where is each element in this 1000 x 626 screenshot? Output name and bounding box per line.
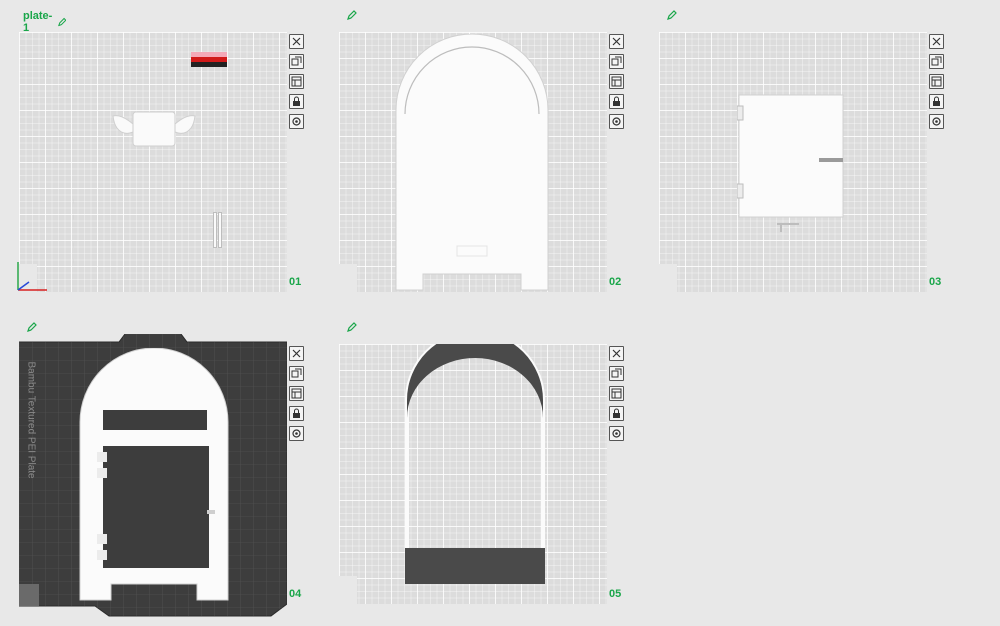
settings-icon[interactable] <box>609 426 624 441</box>
arrange-icon[interactable] <box>609 366 624 381</box>
arrange-icon[interactable] <box>289 366 304 381</box>
arrange-icon[interactable] <box>929 54 944 69</box>
close-icon[interactable] <box>929 34 944 49</box>
orient-icon[interactable] <box>289 386 304 401</box>
model-pins[interactable] <box>213 212 222 248</box>
plate-corner <box>339 264 357 292</box>
settings-icon[interactable] <box>609 114 624 129</box>
plate-toolbar <box>289 346 304 441</box>
orient-icon[interactable] <box>289 74 304 89</box>
svg-text:X: X <box>73 222 80 242</box>
orient-icon[interactable] <box>609 386 624 401</box>
build-plate[interactable]: A X A X <box>19 32 287 292</box>
edit-icon[interactable] <box>347 10 357 20</box>
lock-icon[interactable] <box>609 94 624 109</box>
close-icon[interactable] <box>609 34 624 49</box>
plate-name[interactable] <box>23 322 37 332</box>
model-arch-frame[interactable] <box>403 344 547 586</box>
plate-name[interactable]: plate-1 <box>23 10 67 34</box>
close-icon[interactable] <box>289 34 304 49</box>
plate-index: 05 <box>609 588 622 600</box>
lock-icon[interactable] <box>289 94 304 109</box>
build-plate[interactable] <box>339 32 607 292</box>
plate-toolbar <box>929 34 944 129</box>
plate-corner <box>659 264 677 292</box>
axis-gizmo <box>17 262 47 291</box>
plate-index: 03 <box>929 276 942 288</box>
plate-index: 04 <box>289 588 302 600</box>
svg-text:A: A <box>73 198 80 220</box>
plate-name[interactable] <box>343 322 357 332</box>
lock-icon[interactable] <box>929 94 944 109</box>
edit-icon[interactable] <box>667 10 677 20</box>
lock-icon[interactable] <box>609 406 624 421</box>
settings-icon[interactable] <box>289 426 304 441</box>
svg-text:X: X <box>73 178 80 198</box>
orient-icon[interactable] <box>929 74 944 89</box>
plate-toolbar <box>289 34 304 129</box>
arrange-icon[interactable] <box>289 54 304 69</box>
build-plate[interactable] <box>659 32 927 292</box>
edit-icon[interactable] <box>347 322 357 332</box>
edit-icon[interactable] <box>57 17 67 27</box>
edit-icon[interactable] <box>27 322 37 332</box>
settings-icon[interactable] <box>289 114 304 129</box>
model-axax-text[interactable]: A X A X <box>73 178 107 264</box>
plate-toolbar <box>609 34 624 129</box>
plate-name[interactable] <box>663 10 677 20</box>
plate-index: 01 <box>289 276 302 288</box>
svg-text:A: A <box>73 242 80 264</box>
model-winged-box[interactable] <box>111 110 197 150</box>
plate-index: 02 <box>609 276 622 288</box>
orient-icon[interactable] <box>609 74 624 89</box>
bed-label: Bambu Textured PEI Plate <box>25 361 37 479</box>
close-icon[interactable] <box>289 346 304 361</box>
build-plate[interactable] <box>339 344 607 604</box>
model-flag[interactable] <box>191 52 227 70</box>
model-door-panel[interactable] <box>737 94 847 236</box>
textured-pei-plate[interactable]: Bambu Textured PEI Plate <box>19 334 287 624</box>
model-arch-front[interactable] <box>79 348 229 602</box>
plate-corner <box>339 576 357 604</box>
model-arch-back[interactable] <box>395 34 549 292</box>
arrange-icon[interactable] <box>609 54 624 69</box>
plate-name[interactable] <box>343 10 357 20</box>
settings-icon[interactable] <box>929 114 944 129</box>
close-icon[interactable] <box>609 346 624 361</box>
lock-icon[interactable] <box>289 406 304 421</box>
plate-toolbar <box>609 346 624 441</box>
